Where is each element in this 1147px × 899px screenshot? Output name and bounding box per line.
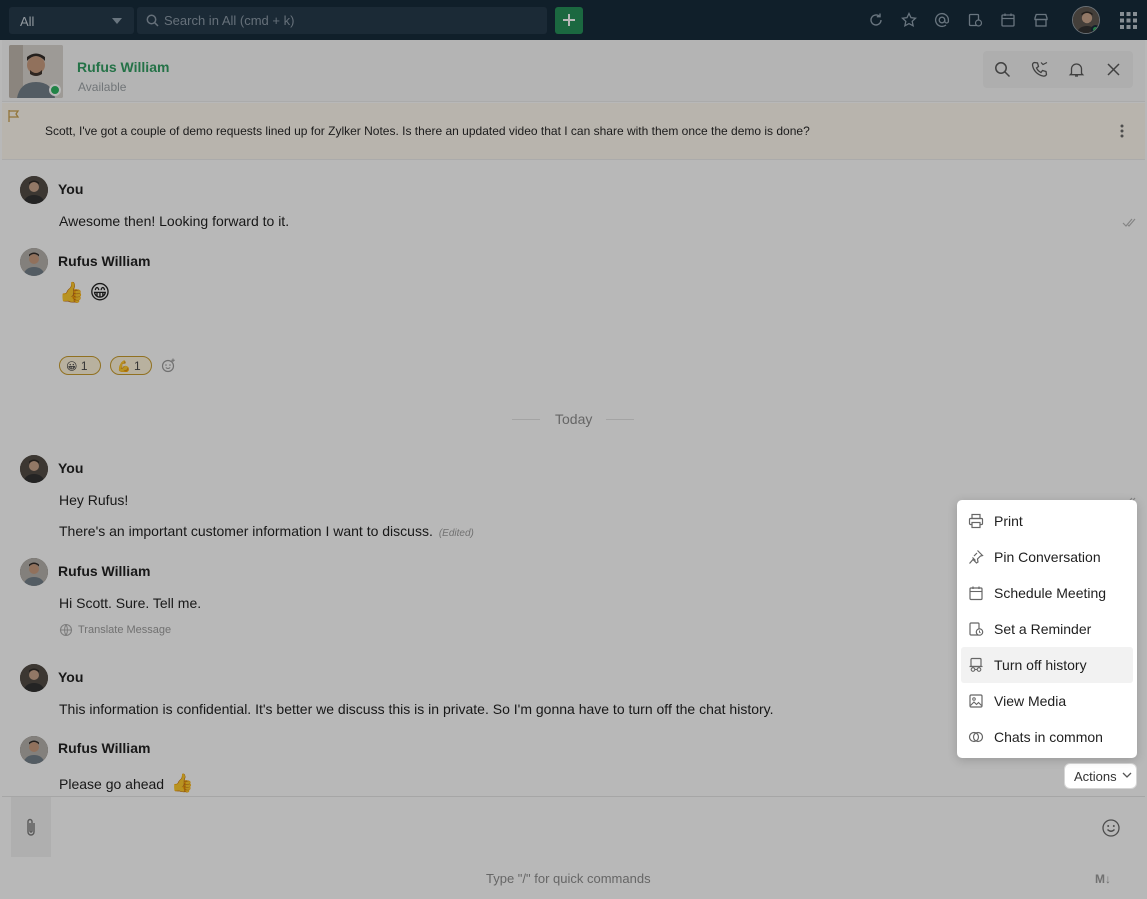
chevron-down-icon xyxy=(1122,772,1132,778)
menu-item-view-media[interactable]: View Media xyxy=(961,683,1133,719)
menu-item-chats-in-common[interactable]: Chats in common xyxy=(961,719,1133,755)
menu-item-schedule-meeting[interactable]: Schedule Meeting xyxy=(961,575,1133,611)
calendar-icon xyxy=(969,586,983,601)
printer-icon xyxy=(968,513,984,529)
image-icon xyxy=(969,694,983,708)
overlap-circles-icon xyxy=(968,731,984,743)
menu-item-label: Print xyxy=(994,513,1023,529)
modal-overlay[interactable] xyxy=(0,0,1147,899)
menu-item-label: Chats in common xyxy=(994,729,1103,745)
actions-label: Actions xyxy=(1074,769,1117,784)
menu-item-set-reminder[interactable]: Set a Reminder xyxy=(961,611,1133,647)
actions-button[interactable]: Actions xyxy=(1064,763,1137,789)
actions-menu: Print Pin Conversation Schedule Meeting … xyxy=(957,500,1137,758)
menu-item-label: View Media xyxy=(994,693,1067,709)
menu-item-label: Turn off history xyxy=(994,657,1087,673)
menu-item-label: Schedule Meeting xyxy=(994,585,1107,601)
menu-item-print[interactable]: Print xyxy=(961,503,1133,539)
reminder-icon xyxy=(969,622,984,636)
menu-item-pin-conversation[interactable]: Pin Conversation xyxy=(961,539,1133,575)
menu-item-label: Set a Reminder xyxy=(994,621,1092,637)
history-off-icon xyxy=(969,657,983,672)
menu-item-turn-off-history[interactable]: Turn off history xyxy=(961,647,1133,683)
menu-item-label: Pin Conversation xyxy=(994,549,1101,565)
pin-icon xyxy=(969,550,984,564)
